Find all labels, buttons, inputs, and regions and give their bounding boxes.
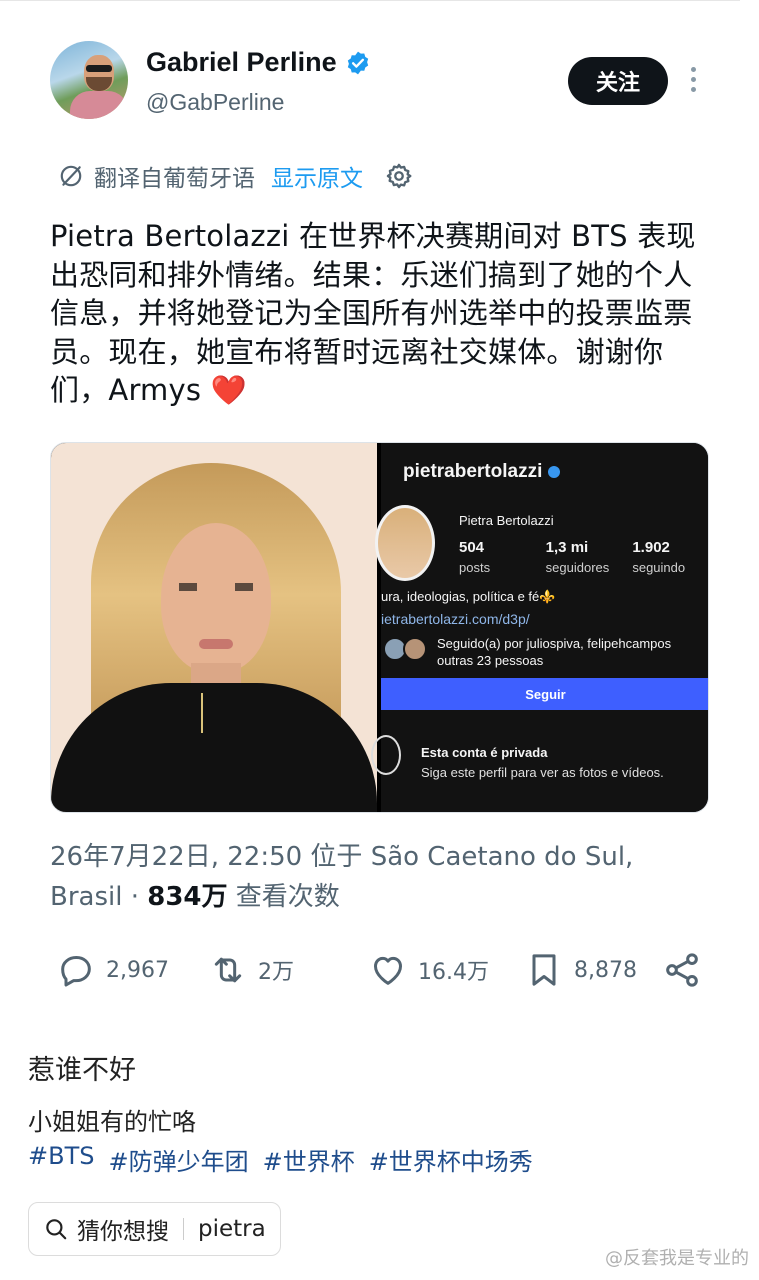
like-count: 16.4万: [418, 960, 489, 985]
share-icon: [666, 953, 698, 987]
search-icon: [46, 1219, 67, 1240]
tweet-views-row: Brasil · 834万 查看次数: [50, 882, 340, 912]
heart-icon: [374, 956, 402, 985]
bookmark-icon: [532, 954, 556, 986]
author-name-row: Gabriel Perline: [146, 47, 371, 78]
views-label: 查看次数: [235, 882, 340, 912]
suggested-search-label: 猜你想搜: [77, 1219, 169, 1245]
heart-emoji: ❤️: [210, 373, 247, 407]
private-account-subtitle: Siga este perfil para ver as fotos e víd…: [421, 765, 664, 780]
more-options-icon[interactable]: [686, 67, 700, 97]
stat-value: 1.902: [632, 539, 670, 556]
translate-label: 翻译自葡萄牙语: [94, 166, 255, 192]
retweet-button[interactable]: 2万: [208, 947, 294, 993]
weibo-post: 惹谁不好 小姐姐有的忙咯 #BTS #防弹少年团 #世界杯 #世界杯中场秀 猜你…: [0, 1030, 759, 1280]
tweet-header: Gabriel Perline @GabPerline 关注: [50, 41, 710, 121]
profile-verified-icon: [548, 466, 561, 478]
post-title: 惹谁不好: [28, 1055, 136, 1086]
profile-stat: 1.902 seguindo: [632, 539, 708, 575]
profile-stat: 504 posts: [459, 539, 546, 575]
profile-link: ietrabertolazzi.com/d3p/: [381, 611, 530, 627]
followed-by-line: Seguido(a) por juliospiva, felipehcampos: [437, 636, 672, 651]
profile-username-row: pietrabertolazzi: [403, 461, 561, 483]
avatar[interactable]: [50, 41, 128, 119]
profile-avatar: [375, 505, 435, 581]
post-tags: #BTS #防弹少年团 #世界杯 #世界杯中场秀: [28, 1142, 533, 1177]
stat-label: seguidores: [545, 560, 610, 575]
suggested-search-query: pietra: [198, 1216, 266, 1242]
reply-button[interactable]: 2,967: [56, 947, 169, 993]
share-button[interactable]: [662, 947, 702, 993]
retweet-count: 2万: [258, 960, 294, 985]
profile-follow-button: Seguir: [381, 678, 708, 710]
retweet-icon: [214, 957, 242, 983]
stat-value: 504: [459, 539, 485, 556]
translation-bar: 翻译自葡萄牙语 显示原文: [58, 159, 413, 193]
follow-button[interactable]: 关注: [568, 57, 668, 105]
hashtag-link[interactable]: #BTS: [28, 1142, 94, 1177]
profile-stats: 504 posts 1,3 mi seguidores 1.902 seguin…: [459, 539, 708, 575]
private-account-title: Esta conta é privada: [421, 745, 548, 760]
author-handle[interactable]: @GabPerline: [146, 89, 284, 116]
profile-username: pietrabertolazzi: [403, 461, 543, 482]
lock-icon: [371, 735, 401, 775]
reply-icon: [61, 956, 91, 987]
profile-stat: 1,3 mi seguidores: [546, 539, 633, 575]
tweet-actions: 2,967 2万 16.4万 8,878: [56, 947, 706, 993]
followed-by-text: Seguido(a) por juliospiva, felipehcampos…: [437, 635, 671, 669]
hashtag-link[interactable]: #防弹少年团: [108, 1142, 248, 1177]
verified-badge-icon: [347, 51, 368, 74]
hashtag-link[interactable]: #世界杯: [263, 1142, 355, 1177]
stat-label: posts: [459, 560, 491, 575]
tweet-body: Pietra Bertolazzi 在世界杯决赛期间对 BTS 表现出恐同和排外…: [50, 219, 696, 407]
tweet-media[interactable]: pietrabertolazzi Pietra Bertolazzi 504 p…: [50, 442, 709, 813]
profile-display-name: Pietra Bertolazzi: [459, 513, 554, 528]
tweet-meta: 26年7月22日, 22:50 位于 São Caetano do Sul, B…: [50, 837, 700, 917]
tweet-text: Pietra Bertolazzi 在世界杯决赛期间对 BTS 表现出恐同和排外…: [50, 217, 700, 410]
like-button[interactable]: 16.4万: [368, 947, 489, 993]
suggested-search-button[interactable]: 猜你想搜 pietra: [28, 1202, 281, 1256]
watermark: @反套我是专业的: [605, 1248, 749, 1269]
tweet-card: Gabriel Perline @GabPerline 关注 翻译自葡萄牙语 显…: [0, 0, 740, 1030]
bookmark-count: 8,878: [574, 957, 637, 983]
profile-followed-by: Seguido(a) por juliospiva, felipehcampos…: [381, 635, 708, 669]
instagram-profile-screenshot[interactable]: pietrabertolazzi Pietra Bertolazzi 504 p…: [371, 443, 708, 812]
reply-count: 2,967: [106, 957, 169, 983]
profile-bio: ura, ideologias, política e fé⚜️: [381, 589, 556, 604]
gear-icon[interactable]: [385, 162, 413, 190]
stat-label: seguindo: [632, 560, 686, 575]
show-original-link[interactable]: 显示原文: [271, 159, 363, 193]
tweet-country: Brasil: [50, 882, 123, 912]
stat-value: 1,3 mi: [545, 539, 589, 556]
followed-by-line: outras 23 pessoas: [437, 653, 544, 668]
tweet-date-location: 26年7月22日, 22:50 位于 São Caetano do Sul,: [50, 842, 634, 872]
post-body: 小姐姐有的忙咯: [28, 1108, 196, 1136]
hashtag-link[interactable]: #世界杯中场秀: [369, 1142, 533, 1177]
views-count: 834万: [147, 882, 228, 912]
bookmark-button[interactable]: 8,878: [524, 947, 637, 993]
woman-photo[interactable]: [51, 443, 377, 812]
translate-icon: [60, 165, 82, 187]
author-name[interactable]: Gabriel Perline: [146, 47, 337, 78]
follower-avatar: [403, 637, 427, 661]
